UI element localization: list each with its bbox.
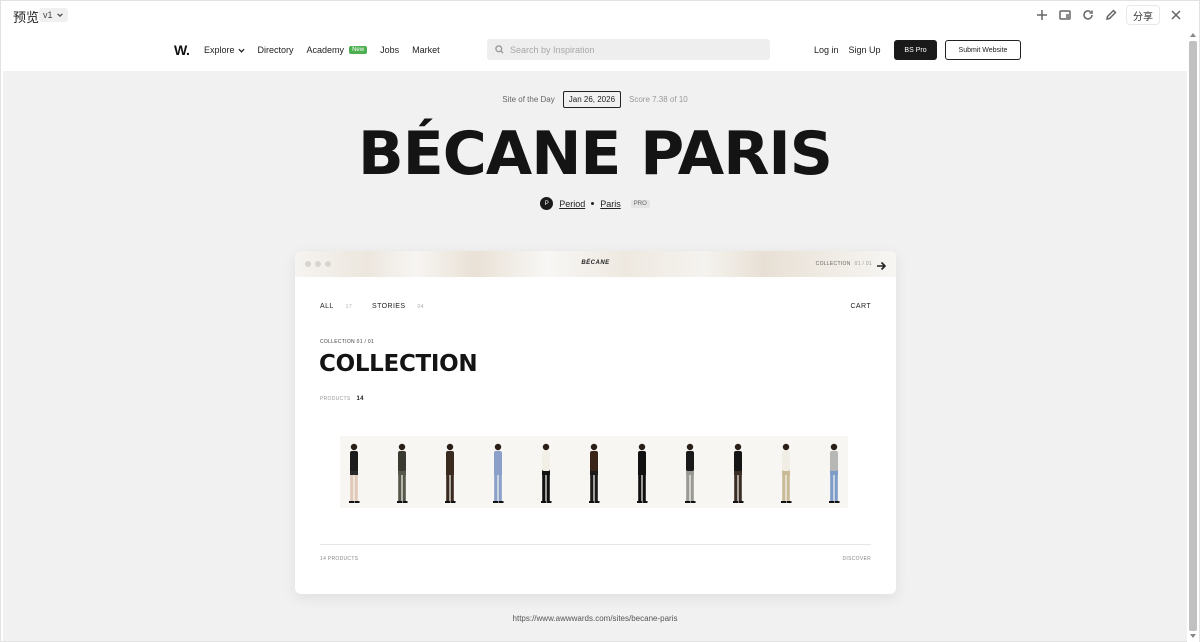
auth-links: Log in Sign Up xyxy=(814,45,881,55)
chevron-down-icon xyxy=(56,13,63,17)
preview-card-bar: BÉCANE COLLECTION 01 / 01 xyxy=(295,251,896,277)
model-figure[interactable] xyxy=(345,442,363,504)
tab-all-count: 17 xyxy=(345,303,353,310)
nav-market[interactable]: Market xyxy=(412,45,440,55)
products-number: 14 xyxy=(356,396,364,402)
card-tabs: ALL 17 STORIES 04 xyxy=(320,303,444,310)
site-title: BÉCANE PARIS xyxy=(358,119,833,189)
products-label: PRODUCTS xyxy=(320,396,351,402)
close-icon[interactable] xyxy=(1164,5,1187,25)
model-figure[interactable] xyxy=(537,442,555,504)
model-figure[interactable] xyxy=(633,442,651,504)
refresh-icon[interactable] xyxy=(1076,5,1099,25)
sotd-date: Jan 26, 2026 xyxy=(562,91,622,108)
products-count: PRODUCTS 14 xyxy=(320,396,364,402)
nav-academy[interactable]: Academy New xyxy=(307,45,368,55)
sotd-label: Site of the Day xyxy=(502,95,555,104)
preview-title: 预览 xyxy=(13,10,40,25)
card-collection-indicator: COLLECTION 01 / 01 xyxy=(816,261,872,267)
becane-logo: BÉCANE xyxy=(581,260,610,266)
nav-academy-label: Academy xyxy=(306,45,345,55)
sotd-score: Score 7.38 of 10 xyxy=(629,95,688,104)
signup-link[interactable]: Sign Up xyxy=(849,45,881,55)
pro-button[interactable]: BS Pro xyxy=(894,40,937,60)
model-figure[interactable] xyxy=(489,442,507,504)
tab-stories[interactable]: STORIES xyxy=(372,303,405,310)
scroll-down-arrow-icon[interactable] xyxy=(1190,634,1196,638)
arrow-right-icon[interactable] xyxy=(876,258,887,271)
site-logo[interactable]: W. xyxy=(174,42,190,58)
submit-website-button[interactable]: Submit Website xyxy=(945,40,1021,60)
model-figure[interactable] xyxy=(825,442,843,504)
preview-bar: 预览 v1 分享 xyxy=(1,1,1200,29)
avatar[interactable]: P xyxy=(540,197,554,210)
search-input[interactable] xyxy=(510,44,750,55)
scroll-thumb[interactable] xyxy=(1189,41,1197,631)
site-header: W. Explore Directory Academy New Jobs Ma… xyxy=(3,29,1187,71)
nav-explore-label: Explore xyxy=(204,45,235,55)
card-divider xyxy=(320,544,871,545)
main-nav: Explore Directory Academy New Jobs Marke… xyxy=(204,45,453,55)
add-icon[interactable] xyxy=(1030,5,1053,25)
tab-stories-count: 04 xyxy=(417,303,424,310)
version-select[interactable]: v1 xyxy=(39,8,68,22)
tab-all[interactable]: ALL xyxy=(320,303,334,310)
nav-jobs[interactable]: Jobs xyxy=(380,45,399,55)
nav-explore[interactable]: Explore xyxy=(204,45,245,55)
model-figure[interactable] xyxy=(681,442,699,504)
device-icon[interactable] xyxy=(1053,5,1076,25)
main-content: Site of the Day Jan 26, 2026 Score 7.38 … xyxy=(3,71,1187,641)
chevron-down-icon xyxy=(237,48,245,53)
author-link[interactable]: Period xyxy=(559,199,585,209)
collection-title: COLLECTION xyxy=(319,351,478,377)
location-link[interactable]: Paris xyxy=(600,199,621,209)
login-link[interactable]: Log in xyxy=(814,45,839,55)
window-frame: 预览 v1 分享 W. Explore Directory Academy Ne… xyxy=(0,0,1200,642)
scroll-up-arrow-icon[interactable] xyxy=(1190,33,1196,37)
card-collection-num: 01 / 01 xyxy=(854,261,872,267)
model-figure[interactable] xyxy=(729,442,747,504)
nav-directory[interactable]: Directory xyxy=(258,45,294,55)
edit-icon[interactable] xyxy=(1099,5,1122,25)
version-label: v1 xyxy=(43,10,53,20)
model-figure[interactable] xyxy=(393,442,411,504)
site-url[interactable]: https://www.awwwards.com/sites/becane-pa… xyxy=(3,614,1187,623)
collection-subtitle: COLLECTION 01 / 01 xyxy=(320,339,375,345)
model-figure[interactable] xyxy=(441,442,459,504)
search-icon xyxy=(495,45,504,54)
model-figure[interactable] xyxy=(585,442,603,504)
byline: P Period Paris PRO xyxy=(3,197,1187,210)
footer-products: 14 PRODUCTS xyxy=(320,556,359,562)
scrollbar[interactable] xyxy=(1187,29,1199,642)
card-collection-label: COLLECTION xyxy=(815,261,851,267)
toolbar: 分享 xyxy=(1030,5,1187,25)
separator-dot xyxy=(591,202,595,205)
share-button[interactable]: 分享 xyxy=(1126,5,1160,25)
new-badge: New xyxy=(349,46,368,54)
site-preview-card[interactable]: BÉCANE COLLECTION 01 / 01 ALL 17 STORIES … xyxy=(295,251,896,594)
discover-link[interactable]: DISCOVER xyxy=(842,556,871,562)
site-of-the-day-row: Site of the Day Jan 26, 2026 Score 7.38 … xyxy=(3,91,1187,108)
cart-link[interactable]: CART xyxy=(850,303,871,310)
search-box[interactable] xyxy=(487,39,770,60)
pro-tag: PRO xyxy=(630,199,650,208)
model-figure[interactable] xyxy=(777,442,795,504)
models-strip[interactable] xyxy=(340,436,848,508)
